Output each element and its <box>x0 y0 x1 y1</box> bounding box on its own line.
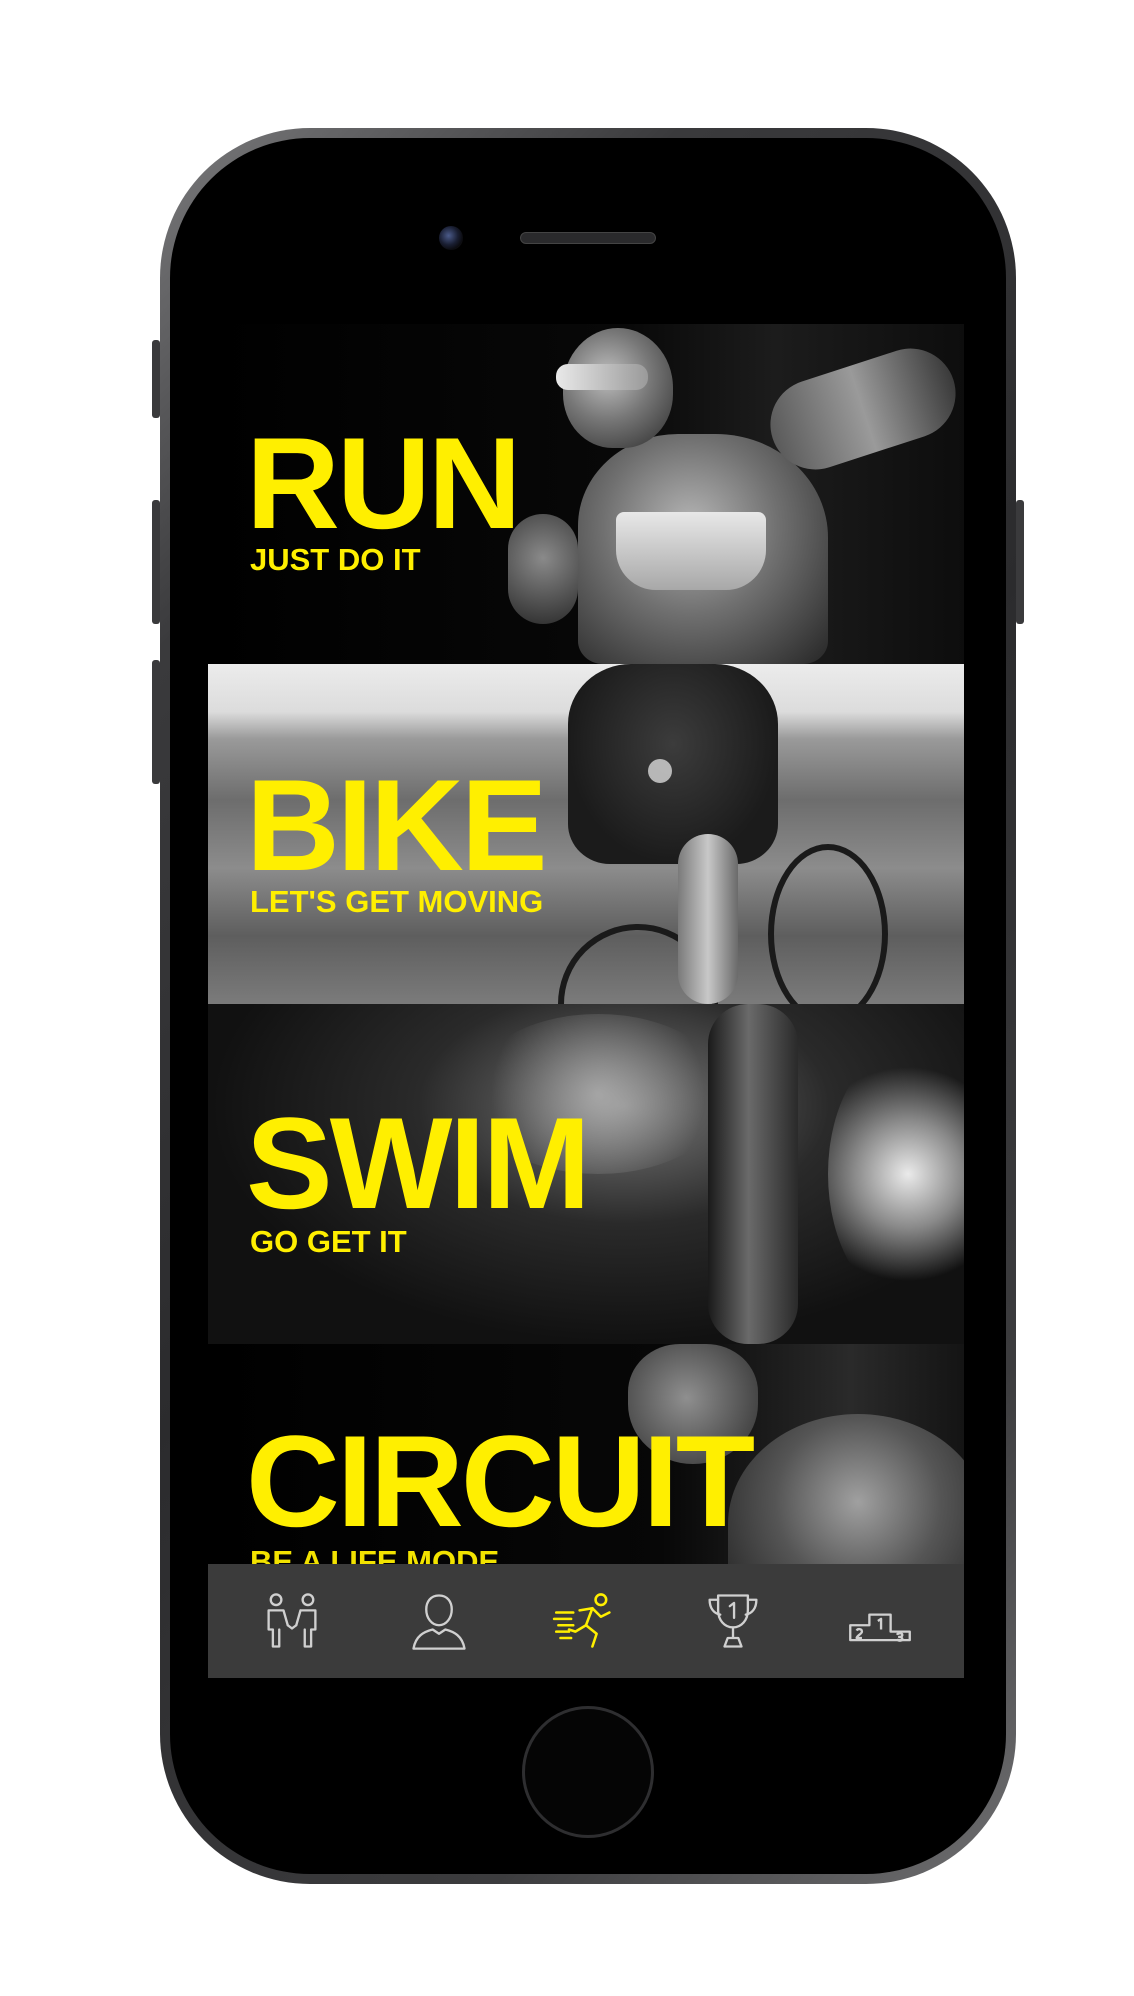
app-screen: RUN JUST DO IT BIKE LET'S GET MOVING SWI… <box>208 324 964 1678</box>
bike-subtitle: LET'S GET MOVING <box>250 884 544 919</box>
tab-leaderboard[interactable] <box>825 1571 935 1671</box>
swim-subtitle: GO GET IT <box>250 1224 407 1259</box>
run-panel[interactable]: RUN JUST DO IT <box>208 324 964 664</box>
circuit-title: CIRCUIT <box>246 1408 755 1554</box>
tab-social[interactable] <box>237 1571 347 1671</box>
bike-rear-wheel <box>768 844 888 1004</box>
light-flare <box>648 759 672 783</box>
water-splash <box>828 1044 964 1304</box>
power-button <box>1016 500 1024 624</box>
earpiece-speaker <box>520 232 656 244</box>
runner-sunglasses <box>556 364 648 390</box>
home-button[interactable] <box>522 1706 654 1838</box>
bike-title: BIKE <box>246 752 548 898</box>
front-camera <box>439 226 463 250</box>
tab-bar <box>208 1564 964 1678</box>
podium-icon <box>849 1613 912 1642</box>
cyclist-leg <box>678 834 738 1004</box>
tab-workouts[interactable] <box>531 1571 641 1671</box>
swim-panel[interactable]: SWIM GO GET IT <box>208 1004 964 1344</box>
tab-achievements[interactable] <box>678 1571 788 1671</box>
volume-down-button <box>152 660 160 784</box>
swimmer-arm-photo <box>708 1004 798 1344</box>
run-subtitle: JUST DO IT <box>250 542 421 577</box>
runner-arm <box>758 336 964 482</box>
profile-icon <box>412 1594 466 1650</box>
bike-panel[interactable]: BIKE LET'S GET MOVING <box>208 664 964 1004</box>
runner-icon <box>552 1593 611 1648</box>
cyclist-photo <box>568 664 778 864</box>
tab-profile[interactable] <box>384 1571 494 1671</box>
trophy-icon <box>708 1594 758 1648</box>
run-title: RUN <box>246 410 522 556</box>
runner-sports-top <box>616 512 766 590</box>
swim-title: SWIM <box>246 1090 591 1236</box>
volume-up-button <box>152 500 160 624</box>
handshake-icon <box>267 1593 317 1648</box>
mute-switch <box>152 340 160 418</box>
